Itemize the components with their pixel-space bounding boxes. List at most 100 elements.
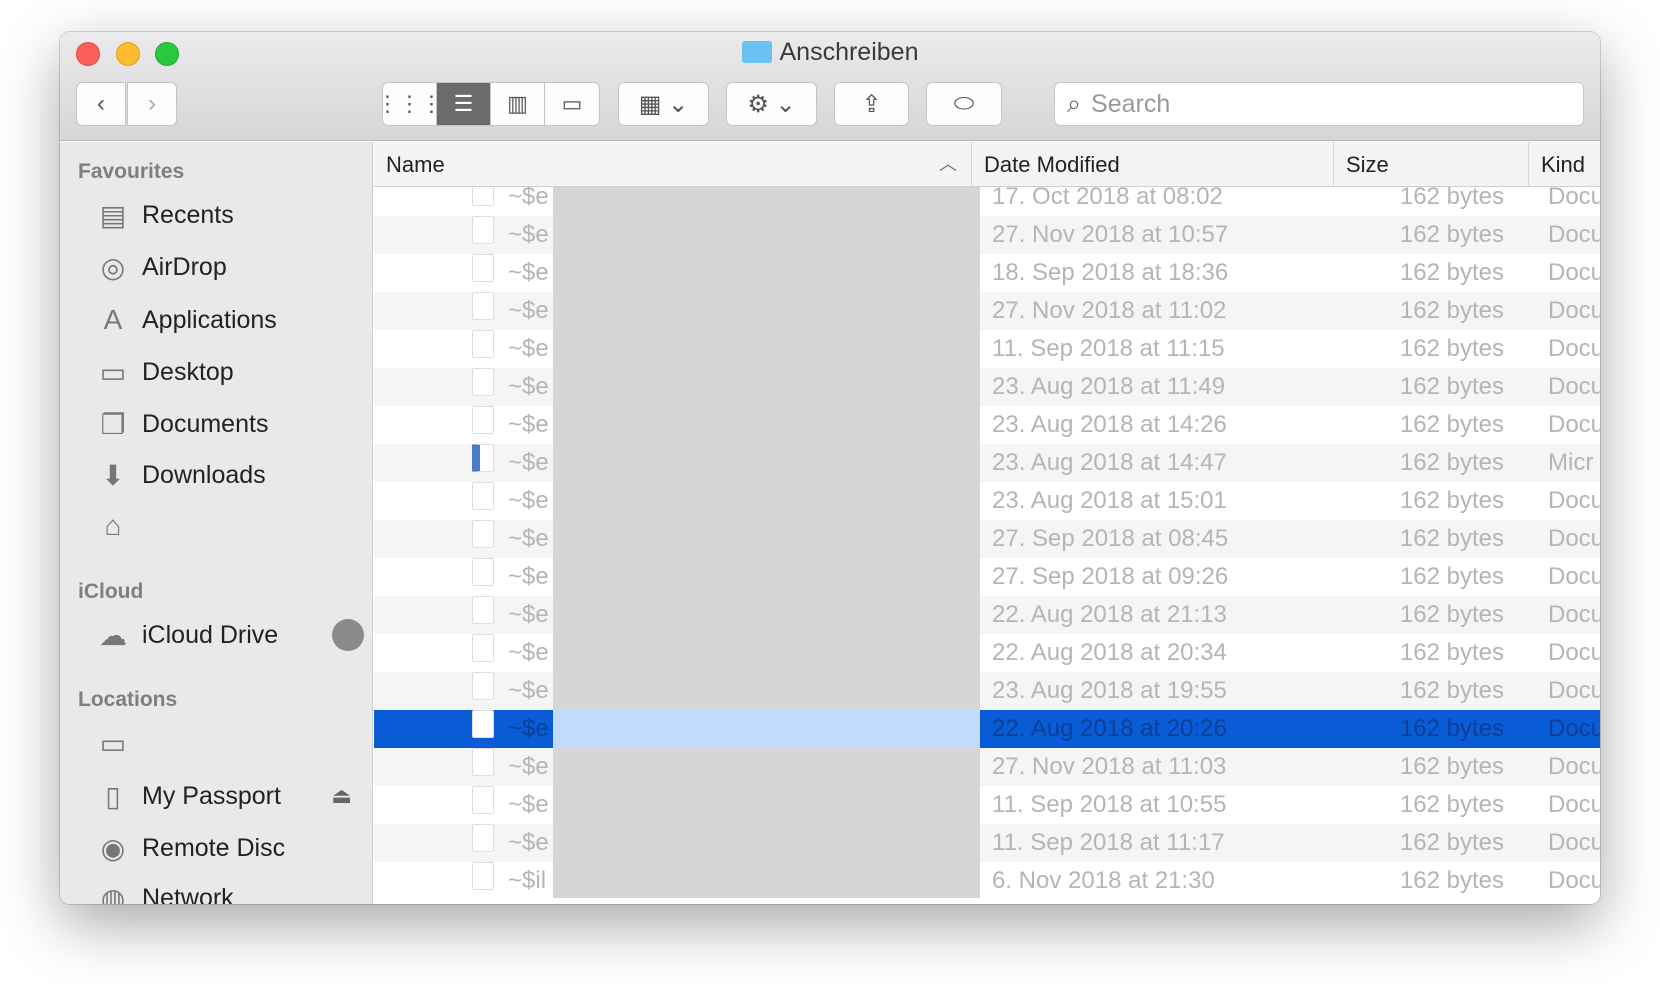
sidebar-item-airdrop[interactable]: ◎ AirDrop: [94, 247, 227, 287]
sidebar-item-documents[interactable]: ❐ Documents: [94, 404, 268, 444]
sidebar-item-my-passport[interactable]: ▯ My Passport ⏏: [94, 776, 352, 816]
file-name: ~$e: [508, 187, 549, 210]
file-kind: Docu: [1548, 639, 1600, 666]
document-icon: [472, 862, 494, 890]
file-kind: Docu: [1548, 829, 1600, 856]
date-modified: 18. Sep 2018 at 18:36: [992, 259, 1229, 286]
file-size: 162 bytes: [1399, 601, 1504, 628]
sidebar-item-label: iCloud Drive: [142, 620, 279, 649]
date-modified: 23. Aug 2018 at 11:49: [992, 373, 1226, 400]
date-modified: 11. Sep 2018 at 10:55: [992, 791, 1227, 818]
file-name: ~$e: [508, 487, 549, 514]
forward-button[interactable]: ›: [127, 82, 177, 126]
sidebar-item-desktop[interactable]: ▭ Desktop: [94, 352, 234, 392]
action-gear-button[interactable]: ⚙ ⌄: [726, 82, 817, 126]
document-icon: [472, 558, 494, 586]
sidebar-item-home[interactable]: ⌂: [94, 506, 142, 546]
file-kind: Docu: [1548, 791, 1600, 818]
sidebar-item-network[interactable]: ◍ Network: [94, 878, 234, 905]
file-name: ~$e: [508, 373, 549, 400]
folder-icon: [741, 41, 772, 63]
icon-view-button[interactable]: ⋮⋮⋮: [383, 83, 443, 125]
date-modified: 27. Nov 2018 at 10:57: [992, 221, 1229, 248]
share-button[interactable]: ⇪: [834, 82, 909, 126]
file-kind: Docu: [1548, 487, 1600, 514]
date-modified: 17. Oct 2018 at 08:02: [992, 187, 1223, 210]
search-input[interactable]: ⌕ Search: [1054, 82, 1584, 126]
file-name: ~$il: [508, 867, 547, 894]
sidebar-item-icloud-drive[interactable]: ☁ iCloud Drive: [94, 615, 364, 655]
file-size: 162 bytes: [1399, 449, 1504, 476]
file-size: 162 bytes: [1399, 753, 1504, 780]
file-size: 162 bytes: [1399, 791, 1504, 818]
date-modified: 23. Aug 2018 at 14:47: [992, 449, 1227, 476]
sidebar-item-laptop[interactable]: ▭: [94, 723, 142, 763]
redacted-region-selected: [553, 710, 980, 748]
sidebar-item-applications[interactable]: A Applications: [94, 300, 277, 340]
file-kind: Docu: [1548, 753, 1600, 780]
column-label: Name: [386, 152, 445, 177]
sidebar-item-recents[interactable]: ▤ Recents: [94, 195, 234, 235]
eject-icon[interactable]: ⏏: [331, 783, 352, 809]
file-name: ~$e: [508, 715, 549, 742]
date-modified: 23. Aug 2018 at 15:01: [992, 487, 1227, 514]
view-mode-control[interactable]: ⋮⋮⋮ ☰ ▥ ▭: [382, 82, 600, 126]
file-name: ~$e: [508, 563, 549, 590]
sidebar-header-icloud: iCloud: [78, 580, 144, 603]
file-size: 162 bytes: [1399, 373, 1504, 400]
file-kind: Docu: [1548, 297, 1600, 324]
back-button[interactable]: ‹: [76, 82, 126, 126]
sidebar-item-label: Downloads: [142, 460, 266, 489]
group-button[interactable]: ▦ ⌄: [618, 82, 709, 126]
redacted-region: [553, 187, 980, 898]
file-size: 162 bytes: [1399, 715, 1504, 742]
document-icon: [472, 330, 494, 358]
sidebar-item-remote-disc[interactable]: ◉ Remote Disc: [94, 828, 285, 868]
sidebar-header-favourites: Favourites: [78, 160, 185, 183]
file-kind: Docu: [1548, 187, 1600, 210]
desktop-icon: ▭: [99, 356, 127, 388]
date-modified: 22. Aug 2018 at 21:13: [992, 601, 1227, 628]
sidebar-item-label: My Passport: [142, 781, 281, 810]
file-size: 162 bytes: [1399, 297, 1504, 324]
document-icon: [472, 748, 494, 776]
toolbar: Anschreiben ‹ › ⋮⋮⋮ ☰ ▥ ▭ ▦ ⌄ ⚙ ⌄ ⇪ ⬭ ⌕ S…: [60, 32, 1600, 141]
gallery-view-button[interactable]: ▭: [545, 83, 599, 125]
file-name: ~$e: [508, 791, 549, 818]
document-icon: [472, 786, 494, 814]
column-header-kind[interactable]: Kind: [1529, 142, 1600, 187]
file-size: 162 bytes: [1399, 411, 1504, 438]
sidebar: Favourites ▤ Recents ◎ AirDrop A Applicatio…: [60, 142, 373, 904]
date-modified: 11. Sep 2018 at 11:15: [992, 335, 1225, 362]
date-modified: 27. Nov 2018 at 11:03: [992, 753, 1227, 780]
file-size: 162 bytes: [1399, 563, 1504, 590]
column-header-name[interactable]: Name ︿: [374, 142, 972, 187]
home-icon: ⌂: [104, 510, 122, 541]
document-icon: [472, 368, 494, 396]
document-icon: [472, 596, 494, 624]
network-icon: ◍: [100, 882, 126, 905]
document-icon: [472, 634, 494, 662]
column-header-date[interactable]: Date Modified: [972, 142, 1334, 187]
date-modified: 23. Aug 2018 at 19:55: [992, 677, 1227, 704]
sidebar-item-downloads[interactable]: ⬇ Downloads: [94, 455, 266, 495]
document-icon: [472, 254, 494, 282]
date-modified: 22. Aug 2018 at 20:26: [992, 715, 1227, 742]
file-name: ~$e: [508, 411, 549, 438]
tag-button[interactable]: ⬭: [926, 82, 1002, 126]
date-modified: 23. Aug 2018 at 14:26: [992, 411, 1227, 438]
file-kind: Docu: [1548, 677, 1600, 704]
file-size: 162 bytes: [1399, 335, 1504, 362]
sidebar-item-label: Network: [142, 883, 234, 905]
file-name: ~$e: [508, 525, 549, 552]
file-size: 162 bytes: [1399, 829, 1504, 856]
column-header-size[interactable]: Size: [1334, 142, 1529, 187]
search-icon: ⌕: [1067, 89, 1082, 118]
file-kind: Docu: [1548, 373, 1600, 400]
file-size: 162 bytes: [1399, 639, 1504, 666]
file-size: 162 bytes: [1399, 525, 1504, 552]
drive-icon: ▯: [105, 780, 121, 812]
column-view-button[interactable]: ▥: [491, 83, 545, 125]
file-kind: Micr: [1548, 449, 1594, 476]
list-view-button[interactable]: ☰: [437, 83, 491, 125]
